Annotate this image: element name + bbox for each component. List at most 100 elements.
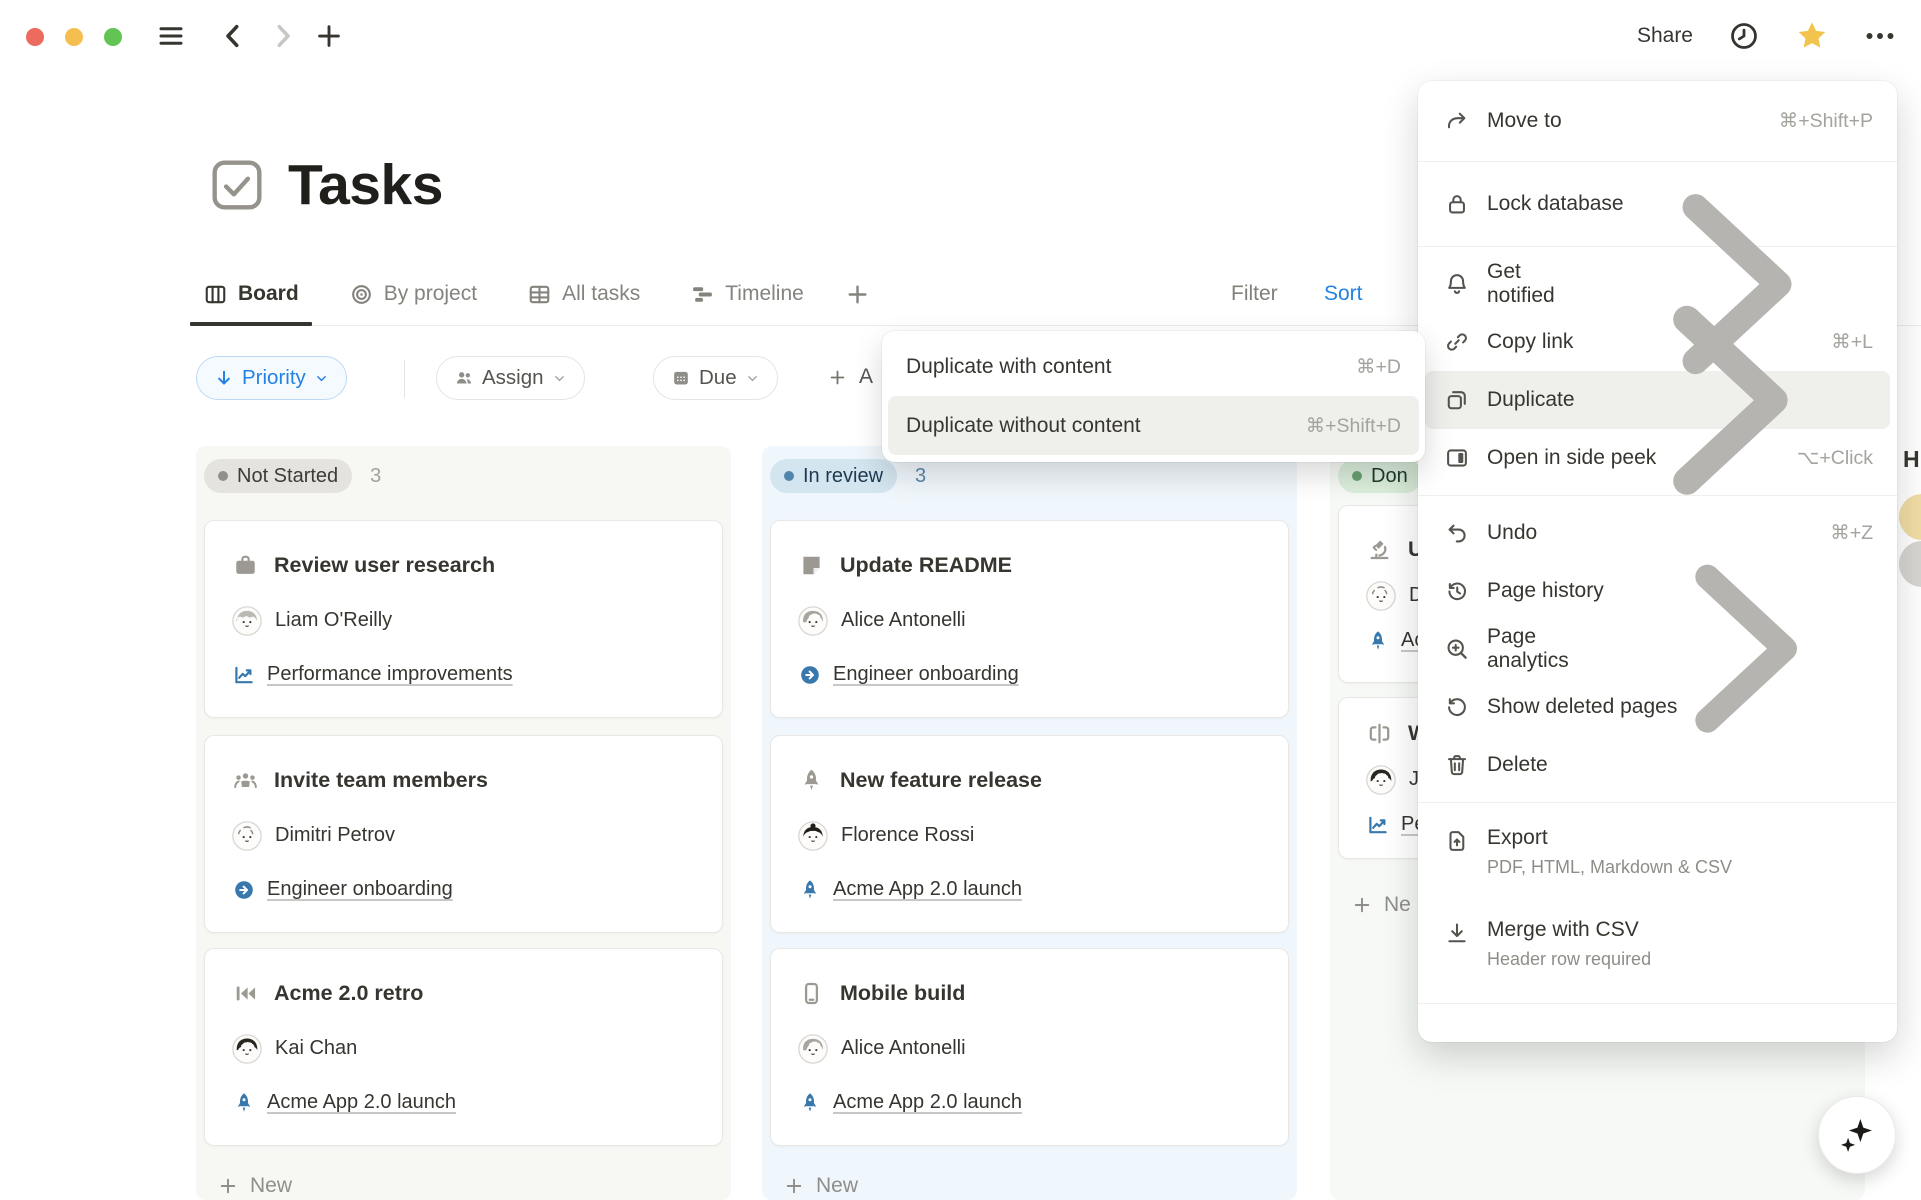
submenu-item-duplicate-without-content[interactable]: Duplicate without content⌘+Shift+D (888, 396, 1419, 455)
menu-item-page-analytics[interactable]: Page analytics (1418, 620, 1897, 678)
menu-item-label: Move to (1487, 109, 1562, 133)
submenu-item-duplicate-with-content[interactable]: Duplicate with content⌘+D (888, 337, 1419, 396)
new-card-button[interactable]: Ne (1352, 893, 1411, 917)
plus-icon (314, 38, 344, 55)
card-assignee-name: Liam O'Reilly (275, 609, 392, 632)
task-card[interactable]: Acme 2.0 retroKai ChanAcme App 2.0 launc… (204, 948, 723, 1146)
calendar-icon (671, 368, 691, 388)
submenu-chevron-icon (1575, 251, 1873, 549)
task-card[interactable]: New feature release Florence Rossi Acme Ap… (770, 735, 1289, 933)
plus-icon (845, 282, 870, 307)
side-peek-icon (1444, 445, 1470, 471)
column-count: 3 (370, 465, 381, 488)
page-analytics-icon (1444, 636, 1470, 662)
lock-icon (1444, 191, 1470, 217)
card-assignee-name: Dimitri Petrov (275, 824, 395, 847)
menu-item-shortcut: ⌘+Shift+P (1779, 109, 1873, 133)
rewind-icon (232, 980, 259, 1007)
forward-button[interactable] (268, 21, 298, 51)
tab-label: All tasks (562, 282, 640, 306)
filter-button[interactable]: Filter (1231, 262, 1278, 326)
page-title[interactable]: Tasks (288, 152, 443, 218)
menu-item-label: Open in side peek (1487, 446, 1656, 470)
add-view-button[interactable] (841, 279, 874, 309)
column-status-pill[interactable]: In review (770, 459, 897, 493)
submenu-item-shortcut: ⌘+D (1356, 355, 1401, 379)
bell-icon (1444, 271, 1470, 297)
card-project-link[interactable]: Engineer onboarding (232, 878, 695, 902)
undo-icon (1444, 520, 1470, 546)
column-status-pill[interactable]: Don (1338, 459, 1422, 493)
phone-icon (798, 980, 825, 1007)
menu-item-merge-with-csv[interactable]: Merge with CSVHeader row required (1418, 903, 1897, 995)
traffic-zoom-button[interactable] (104, 28, 122, 46)
task-card[interactable]: Invite team membersDimitri PetrovEnginee… (204, 735, 723, 933)
menu-item-label: Get notified (1487, 260, 1589, 308)
new-card-button[interactable]: New (784, 1174, 858, 1198)
card-title-row: Update README (798, 552, 1261, 579)
card-project-link[interactable]: Acme App 2.0 launch (798, 878, 1261, 902)
tab-timeline[interactable]: Timeline (677, 279, 817, 309)
chart-icon (232, 663, 256, 687)
card-project-link[interactable]: Acme App 2.0 launch (798, 1091, 1261, 1115)
due-filter-pill[interactable]: Due (653, 356, 778, 400)
tab-all-tasks[interactable]: All tasks (514, 279, 653, 309)
traffic-close-button[interactable] (26, 28, 44, 46)
favorite-star-button[interactable] (1795, 19, 1829, 53)
page-emoji-checkbox-icon[interactable] (210, 158, 264, 212)
tab-label: Board (238, 282, 299, 306)
add-filter-button[interactable]: A (828, 365, 873, 389)
assign-filter-pill[interactable]: Assign (436, 356, 585, 400)
card-assignee-name: Alice Antonelli (841, 1037, 966, 1060)
menu-item-export[interactable]: ExportPDF, HTML, Markdown & CSV (1418, 811, 1897, 903)
avatar (798, 1034, 828, 1064)
back-button[interactable] (218, 21, 248, 51)
card-project-label: Acme App 2.0 launch (267, 1091, 456, 1114)
updates-clock-button[interactable] (1727, 19, 1761, 53)
menu-item-label: Page history (1487, 579, 1604, 603)
more-options-button[interactable] (1863, 19, 1897, 53)
sparkle-icon (1837, 1115, 1877, 1155)
ai-assistant-button[interactable] (1818, 1096, 1896, 1174)
card-assignee-row: Dimitri Petrov (232, 821, 695, 851)
restore-icon (1444, 694, 1470, 720)
target-icon (349, 282, 374, 307)
card-title: Update README (840, 553, 1012, 578)
flip-icon (1366, 720, 1393, 747)
tab-by-project[interactable]: By project (336, 279, 490, 309)
clock-icon (1728, 20, 1760, 52)
add-filter-partial-label: A (859, 365, 873, 389)
card-assignee-name: Alice Antonelli (841, 609, 966, 632)
card-title: Mobile build (840, 981, 965, 1006)
card-project-link[interactable]: Performance improvements (232, 663, 695, 687)
sort-button[interactable]: Sort (1324, 262, 1363, 326)
table-icon (527, 282, 552, 307)
task-card[interactable]: Update README Alice Antonelli Engineer onb… (770, 520, 1289, 718)
card-assignee-name: Florence Rossi (841, 824, 974, 847)
rocket-icon (798, 1091, 822, 1115)
menu-section: Get notifiedCopy link⌘+LDuplicateOpen in… (1418, 247, 1897, 495)
sidebar-menu-icon[interactable] (156, 21, 186, 51)
new-tab-button[interactable] (314, 21, 344, 51)
card-title-row: Review user research (232, 552, 695, 579)
tab-board[interactable]: Board (190, 279, 312, 309)
task-card[interactable]: Review user research Liam O'Reilly Perform… (204, 520, 723, 718)
column-count: 3 (915, 465, 926, 488)
column-status-pill[interactable]: Not Started (204, 459, 352, 493)
card-assignee-name: Kai Chan (275, 1037, 357, 1060)
plus-icon (828, 368, 847, 387)
priority-sort-pill[interactable]: Priority (196, 356, 347, 400)
board-icon (203, 282, 228, 307)
menu-section: Undo⌘+ZPage historyPage analyticsShow de… (1418, 496, 1897, 802)
card-project-link[interactable]: Acme App 2.0 launch (232, 1091, 695, 1115)
rocket-gray-icon (798, 767, 825, 794)
share-button[interactable]: Share (1637, 24, 1693, 48)
menu-item-label: Page analytics (1487, 625, 1608, 673)
card-project-link[interactable]: Engineer onboarding (798, 663, 1261, 687)
task-card[interactable]: Mobile build Alice Antonelli Acme App 2.0 … (770, 948, 1289, 1146)
menu-item-duplicate[interactable]: Duplicate (1425, 371, 1890, 429)
traffic-minimize-button[interactable] (65, 28, 83, 46)
card-assignee-row: Liam O'Reilly (232, 606, 695, 636)
card-title-row: New feature release (798, 767, 1261, 794)
new-card-button[interactable]: New (218, 1174, 292, 1198)
